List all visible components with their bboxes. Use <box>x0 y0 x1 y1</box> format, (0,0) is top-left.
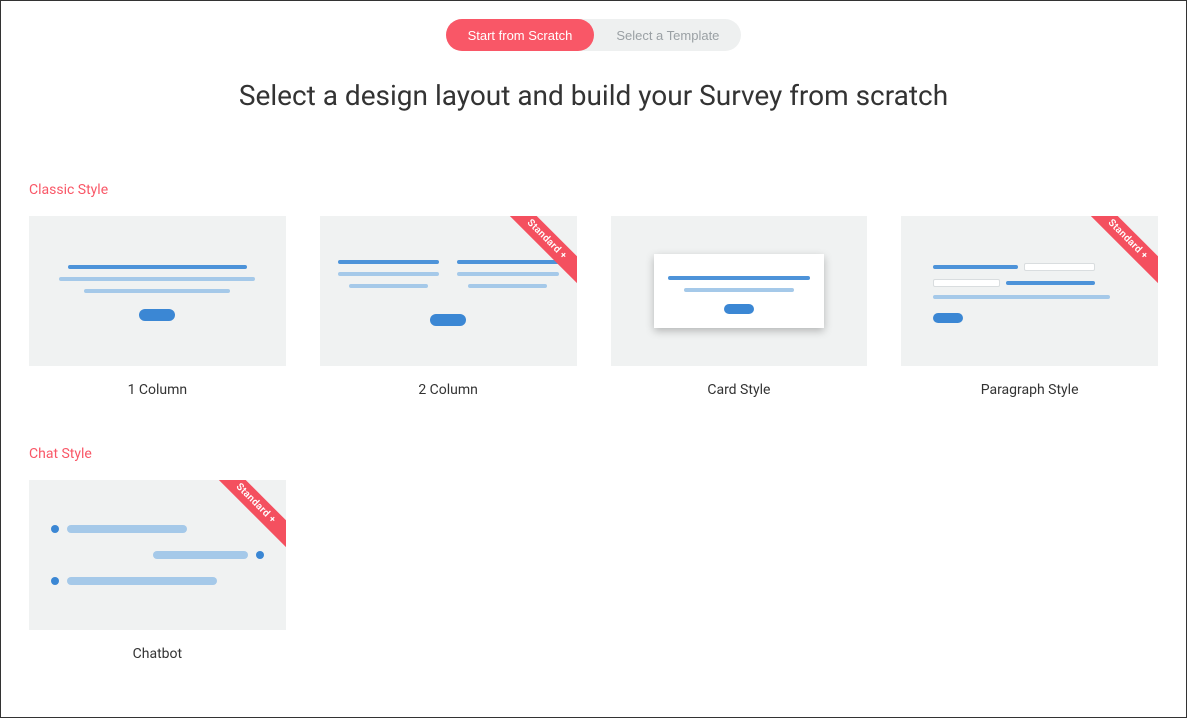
content-area: Classic Style 1 Column Standard + <box>1 182 1186 662</box>
mode-toggle: Start from Scratch Select a Template <box>1 19 1186 51</box>
classic-style-grid: 1 Column Standard + <box>29 216 1158 398</box>
layout-label: 1 Column <box>29 382 286 398</box>
classic-style-heading: Classic Style <box>29 182 1158 198</box>
layout-option-1-column[interactable]: 1 Column <box>29 216 286 398</box>
layout-option-card-style[interactable]: Card Style <box>611 216 868 398</box>
layout-label: Paragraph Style <box>901 382 1158 398</box>
layout-preview-paragraph-style: Standard + <box>901 216 1158 366</box>
layout-preview-1-column <box>29 216 286 366</box>
select-template-tab[interactable]: Select a Template <box>594 19 741 51</box>
toggle-container: Start from Scratch Select a Template <box>446 19 742 51</box>
layout-preview-chatbot: Standard + <box>29 480 286 630</box>
layout-label: Chatbot <box>29 646 286 662</box>
layout-preview-card-style <box>611 216 868 366</box>
layout-label: Card Style <box>611 382 868 398</box>
layout-option-paragraph-style[interactable]: Standard + <box>901 216 1158 398</box>
chat-style-heading: Chat Style <box>29 446 1158 462</box>
layout-label: 2 Column <box>320 382 577 398</box>
start-from-scratch-tab[interactable]: Start from Scratch <box>446 19 595 51</box>
layout-preview-2-column: Standard + <box>320 216 577 366</box>
layout-option-chatbot[interactable]: Standard + Chatbot <box>29 480 286 662</box>
chat-style-grid: Standard + Chatbot <box>29 480 1158 662</box>
layout-option-2-column[interactable]: Standard + 2 Column <box>320 216 577 398</box>
page-title: Select a design layout and build your Su… <box>1 79 1186 112</box>
